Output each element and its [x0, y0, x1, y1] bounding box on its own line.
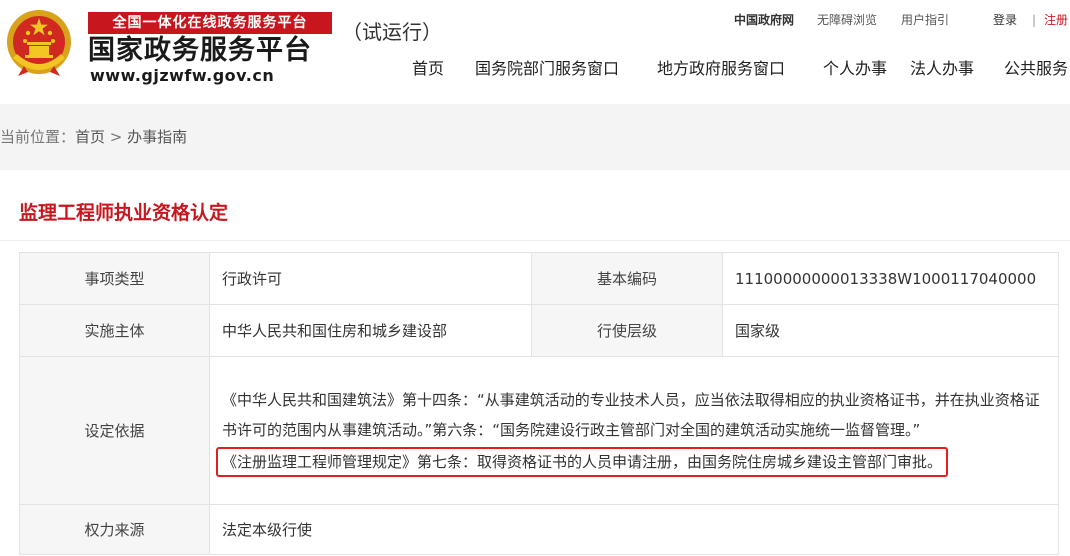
title-divider — [0, 240, 1070, 241]
power-source-value: 法定本级行使 — [209, 504, 1059, 555]
logo-banner: 全国一体化在线政务服务平台 — [88, 12, 332, 34]
item-type-label: 事项类型 — [19, 252, 210, 305]
nav-corporate-services[interactable]: 法人办事 — [910, 56, 974, 82]
table-row: 权力来源 法定本级行使 — [19, 504, 1059, 555]
user-guide-link[interactable]: 用户指引 — [901, 11, 949, 29]
legal-basis-text: 《中华人民共和国建筑法》第十四条：“从事建筑活动的专业技术人员，应当依法取得相应… — [222, 390, 1040, 439]
table-row: 实施主体 中华人民共和国住房和城乡建设部 行使层级 国家级 — [19, 304, 1059, 357]
implementing-body-value: 中华人民共和国住房和城乡建设部 — [209, 304, 532, 357]
main-content: 监理工程师执业资格认定 事项类型 行政许可 基本编码 1110000000001… — [0, 170, 1070, 556]
nav-public-services[interactable]: 公共服务 — [1004, 56, 1068, 82]
breadcrumb-home-link[interactable]: 首页 — [75, 128, 105, 146]
page-title: 监理工程师执业资格认定 — [19, 202, 229, 224]
page: 全国一体化在线政务服务平台 国家政务服务平台 www.gjzwfw.gov.cn… — [0, 0, 1070, 556]
main-nav: 首页 国务院部门服务窗口 地方政府服务窗口 个人办事 法人办事 公共服务 — [0, 56, 1070, 82]
exercise-level-value: 国家级 — [722, 304, 1059, 357]
table-row: 设定依据 《中华人民共和国建筑法》第十四条：“从事建筑活动的专业技术人员，应当依… — [19, 356, 1059, 505]
service-info-table: 事项类型 行政许可 基本编码 11100000000013338W1000117… — [19, 252, 1059, 555]
legal-basis-highlight: 《注册监理工程师管理规定》第七条：取得资格证书的人员申请注册，由国务院住房城乡建… — [216, 446, 949, 477]
top-links: 中国政府网 无障碍浏览 用户指引 登录 | 注册 — [700, 11, 1070, 29]
breadcrumb-current: 办事指南 — [127, 128, 188, 146]
register-link[interactable]: 注册 — [1044, 11, 1068, 29]
site-header: 全国一体化在线政务服务平台 国家政务服务平台 www.gjzwfw.gov.cn… — [0, 0, 1070, 104]
login-link[interactable]: 登录 — [993, 11, 1017, 29]
nav-local-government-windows[interactable]: 地方政府服务窗口 — [657, 56, 785, 82]
trial-label: （试运行） — [342, 20, 442, 44]
table-row: 事项类型 行政许可 基本编码 11100000000013338W1000117… — [19, 252, 1059, 305]
breadcrumb: 当前位置：首页 > 办事指南 — [0, 126, 187, 148]
top-links-separator: | — [1032, 13, 1037, 27]
gov-portal-link[interactable]: 中国政府网 — [734, 11, 794, 29]
breadcrumb-prefix: 当前位置： — [0, 128, 76, 146]
nav-personal-services[interactable]: 个人办事 — [823, 56, 887, 82]
nav-state-council-windows[interactable]: 国务院部门服务窗口 — [475, 56, 619, 82]
legal-basis-cell: 《中华人民共和国建筑法》第十四条：“从事建筑活动的专业技术人员，应当依法取得相应… — [209, 356, 1059, 505]
breadcrumb-bar: 当前位置：首页 > 办事指南 — [0, 104, 1070, 170]
basic-code-label: 基本编码 — [531, 252, 723, 305]
breadcrumb-arrow: > — [105, 128, 128, 146]
basic-code-value: 11100000000013338W1000117040000 — [722, 252, 1059, 305]
accessibility-link[interactable]: 无障碍浏览 — [817, 11, 877, 29]
item-type-value: 行政许可 — [209, 252, 532, 305]
nav-home[interactable]: 首页 — [412, 56, 444, 82]
implementing-body-label: 实施主体 — [19, 304, 210, 357]
exercise-level-label: 行使层级 — [531, 304, 723, 357]
legal-basis-label: 设定依据 — [19, 356, 210, 505]
power-source-label: 权力来源 — [19, 504, 210, 555]
